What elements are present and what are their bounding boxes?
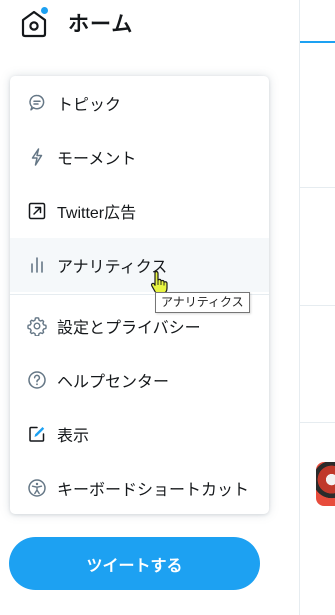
display-pen-icon <box>27 424 47 444</box>
tweet-button[interactable]: ツイートする <box>9 537 260 590</box>
timeline-divider <box>300 422 335 423</box>
home-icon[interactable] <box>18 7 50 39</box>
tooltip: アナリティクス <box>155 292 250 313</box>
page-header: ホーム <box>18 6 133 40</box>
menu-item-moments[interactable]: モーメント <box>10 130 269 184</box>
notification-dot <box>41 7 48 14</box>
menu-item-label: トピック <box>57 97 122 114</box>
page-title: ホーム <box>68 13 134 36</box>
timeline-divider <box>300 305 335 306</box>
menu-item-label: ヘルプセンター <box>57 374 170 391</box>
question-icon <box>27 370 47 390</box>
menu-item-label: モーメント <box>57 151 137 168</box>
bar-chart-icon <box>27 255 47 275</box>
external-arrow-icon <box>27 201 47 221</box>
accessibility-icon <box>27 478 47 498</box>
menu-item-help-center[interactable]: ヘルプセンター <box>10 353 269 407</box>
gear-icon <box>27 316 47 336</box>
menu-item-analytics[interactable]: アナリティクス <box>10 238 269 292</box>
active-tab-indicator <box>300 41 335 43</box>
avatar[interactable] <box>316 462 335 506</box>
timeline-divider <box>300 187 335 188</box>
menu-item-label: 表示 <box>57 428 90 445</box>
menu-item-label: キーボードショートカット <box>57 482 250 499</box>
timeline-column <box>299 0 335 615</box>
menu-item-label: 設定とプライバシー <box>57 320 201 337</box>
lightning-icon <box>27 147 47 167</box>
menu-item-topics[interactable]: トピック <box>10 76 269 130</box>
menu-item-keyboard-shortcuts[interactable]: キーボードショートカット <box>10 461 269 514</box>
app-page: ホーム トピック モーメント Twitter広告 アナリティクス 設定とプライバ… <box>0 0 335 615</box>
menu-item-display[interactable]: 表示 <box>10 407 269 461</box>
topic-icon <box>27 93 47 113</box>
menu-item-label: Twitter広告 <box>57 205 137 222</box>
menu-item-twitter-ads[interactable]: Twitter広告 <box>10 184 269 238</box>
